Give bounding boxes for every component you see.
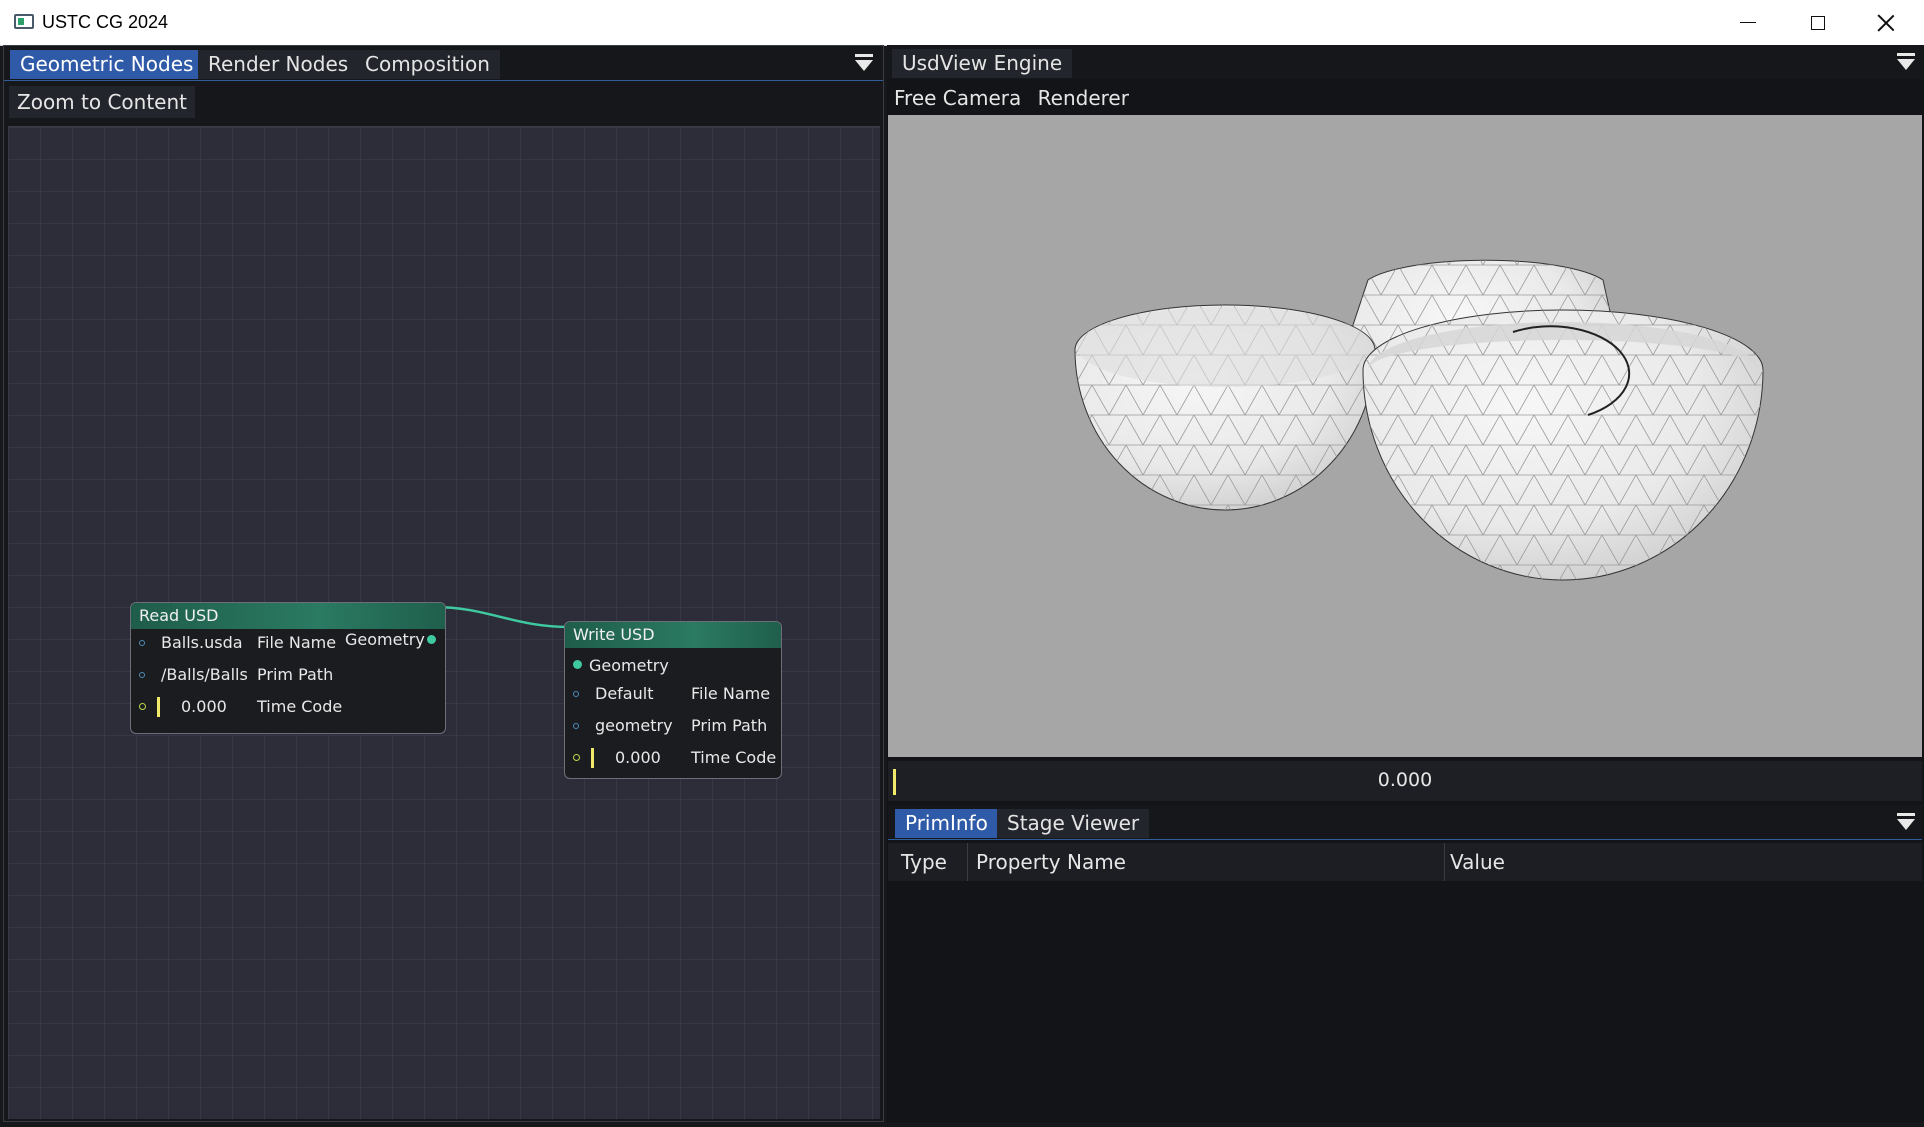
viewport-menubar: Free Camera Renderer [894,86,1129,110]
prim-path-label: Prim Path [691,716,768,735]
node-row-geometry-input: Geometry [565,652,781,680]
column-type[interactable]: Type [901,843,947,881]
node-read-usd[interactable]: Read USD Balls.usda File Name Geometry /… [130,602,446,734]
prim-path-value[interactable]: geometry [595,712,673,740]
file-name-value[interactable]: Balls.usda [161,629,243,657]
bottom-tabbar: PrimInfo Stage Viewer [888,805,1922,840]
time-pin-icon[interactable] [139,703,146,710]
panel-menu-icon[interactable] [1897,53,1915,71]
node-row-time-code: 0.000 Time Code [565,744,781,772]
slider-handle[interactable] [157,697,160,717]
window-titlebar: USTC CG 2024 [0,0,1924,46]
viewer-tabbar: UsdView Engine [887,45,1924,79]
hemisphere-meshes [1074,259,1764,581]
tab-composition[interactable]: Composition [355,50,500,79]
column-separator[interactable] [967,843,968,881]
time-pin-icon[interactable] [573,754,580,761]
node-editor-tabbar: Geometric Nodes Render Nodes Composition [4,46,883,81]
output-pin-icon[interactable] [427,635,436,644]
property-table-header: Type Property Name Value [888,843,1922,881]
time-code-value[interactable]: 0.000 [615,744,661,772]
time-code-label: Time Code [257,697,343,716]
input-pin-icon[interactable] [139,640,145,646]
node-row-prim-path: /Balls/Balls Prim Path [131,661,445,689]
file-name-value[interactable]: Default [595,680,653,708]
timeline-slider[interactable]: 0.000 [888,761,1922,801]
node-write-usd[interactable]: Write USD Geometry Default File Name geo… [564,621,782,779]
input-pin-icon[interactable] [573,723,579,729]
panel-menu-icon[interactable] [855,54,873,72]
prim-info-panel: PrimInfo Stage Viewer Type Property Name… [888,805,1922,1117]
prim-path-value[interactable]: /Balls/Balls [161,661,248,689]
node-editor-panel: Geometric Nodes Render Nodes Composition… [3,45,884,1122]
app-icon [14,14,34,29]
minimize-icon [1740,21,1756,24]
column-property-name[interactable]: Property Name [976,843,1126,881]
close-icon [1876,13,1896,33]
node-row-time-code: 0.000 Time Code [131,693,445,721]
prim-path-label: Prim Path [257,665,334,684]
panel-menu-icon[interactable] [1897,813,1915,831]
maximize-button[interactable] [1784,0,1852,45]
file-name-label: File Name [691,684,771,703]
column-separator[interactable] [1444,843,1445,881]
minimize-button[interactable] [1714,0,1782,45]
slider-handle[interactable] [591,748,594,768]
input-pin-icon[interactable] [139,672,145,678]
node-title: Write USD [565,622,781,648]
timeline-value: 0.000 [1377,769,1433,791]
geometry-output-label: Geometry [345,630,425,649]
tab-geometric-nodes[interactable]: Geometric Nodes [10,50,204,79]
node-row-file-name: Default File Name [565,680,781,708]
maximize-icon [1811,15,1825,30]
tab-render-nodes[interactable]: Render Nodes [198,50,359,79]
3d-viewport[interactable] [888,115,1922,757]
viewer-panel: UsdView Engine Free Camera Renderer 0.00… [887,45,1924,1122]
time-code-label: Time Code [691,748,777,767]
window-title: USTC CG 2024 [42,12,169,32]
geometry-input-label: Geometry [589,656,669,675]
file-name-label: File Name [257,633,337,652]
input-pin-icon[interactable] [573,691,579,697]
tab-priminfo[interactable]: PrimInfo [895,809,998,838]
node-row-prim-path: geometry Prim Path [565,712,781,740]
node-row-file-name: Balls.usda File Name Geometry [131,629,445,657]
zoom-to-content-button[interactable]: Zoom to Content [9,86,195,118]
close-button[interactable] [1852,0,1920,45]
node-graph-canvas[interactable]: Read USD Balls.usda File Name Geometry /… [8,126,880,1119]
tab-stage-viewer[interactable]: Stage Viewer [997,809,1150,838]
tab-usdview-engine[interactable]: UsdView Engine [892,49,1073,78]
time-code-value[interactable]: 0.000 [181,693,227,721]
renderer-menu[interactable]: Renderer [1038,86,1129,110]
input-pin-icon[interactable] [573,660,582,669]
column-value[interactable]: Value [1450,843,1505,881]
free-camera-menu[interactable]: Free Camera [894,86,1021,110]
